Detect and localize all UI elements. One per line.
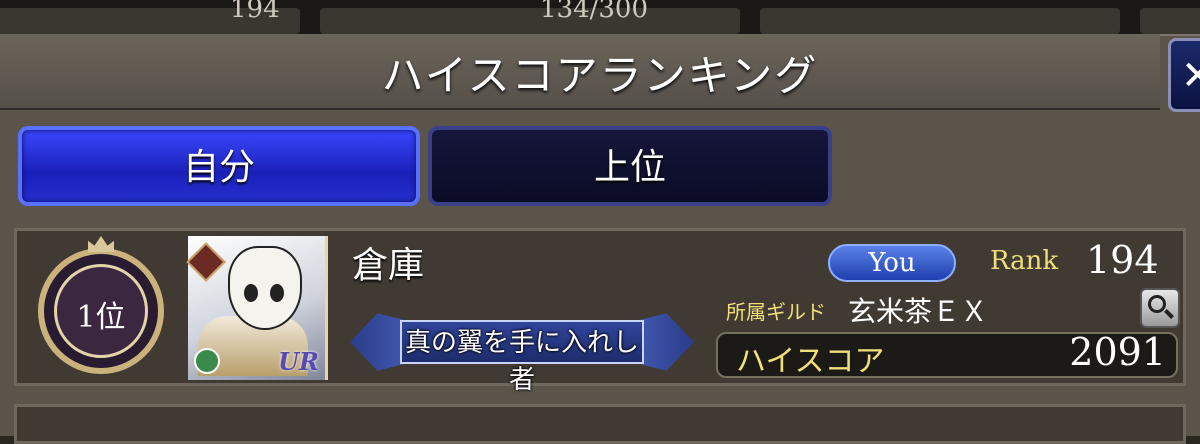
highscore-value: 2091 <box>1069 330 1166 374</box>
ranking-row-next[interactable] <box>14 404 1186 444</box>
title-banner-text: 真の翼を手に入れし者 <box>404 328 639 395</box>
guild-name: 玄米茶ＥＸ <box>848 295 989 328</box>
tab-self[interactable]: 自分 <box>18 126 420 206</box>
avatar-eye <box>270 284 284 302</box>
status-value-left: 194 <box>230 0 280 24</box>
close-button[interactable]: ✕ <box>1168 38 1200 112</box>
status-value-center: 134/300 <box>540 0 649 24</box>
avatar-face <box>228 246 302 330</box>
highscore-label: ハイスコア <box>736 344 885 379</box>
status-segment <box>1140 8 1200 34</box>
player-name: 倉庫 <box>352 245 425 286</box>
you-badge: You <box>828 244 956 282</box>
tab-top[interactable]: 上位 <box>428 126 832 206</box>
medal-rank-text: 1位 <box>76 300 126 335</box>
page-title: ハイスコアランキング <box>381 51 819 100</box>
rarity-badge: UR <box>278 347 319 376</box>
zoom-button[interactable] <box>1140 288 1180 328</box>
clover-icon <box>194 348 220 374</box>
rank-value: 194 <box>1086 238 1159 282</box>
avatar-eye <box>244 284 258 302</box>
zoom-icon <box>1148 295 1166 313</box>
guild-label: 所属ギルド <box>726 300 826 324</box>
rank-label: Rank <box>990 246 1059 276</box>
zoom-icon-handle <box>1164 309 1174 319</box>
status-segment <box>320 8 740 34</box>
close-icon: ✕ <box>1181 53 1200 99</box>
status-segment <box>760 8 1120 34</box>
